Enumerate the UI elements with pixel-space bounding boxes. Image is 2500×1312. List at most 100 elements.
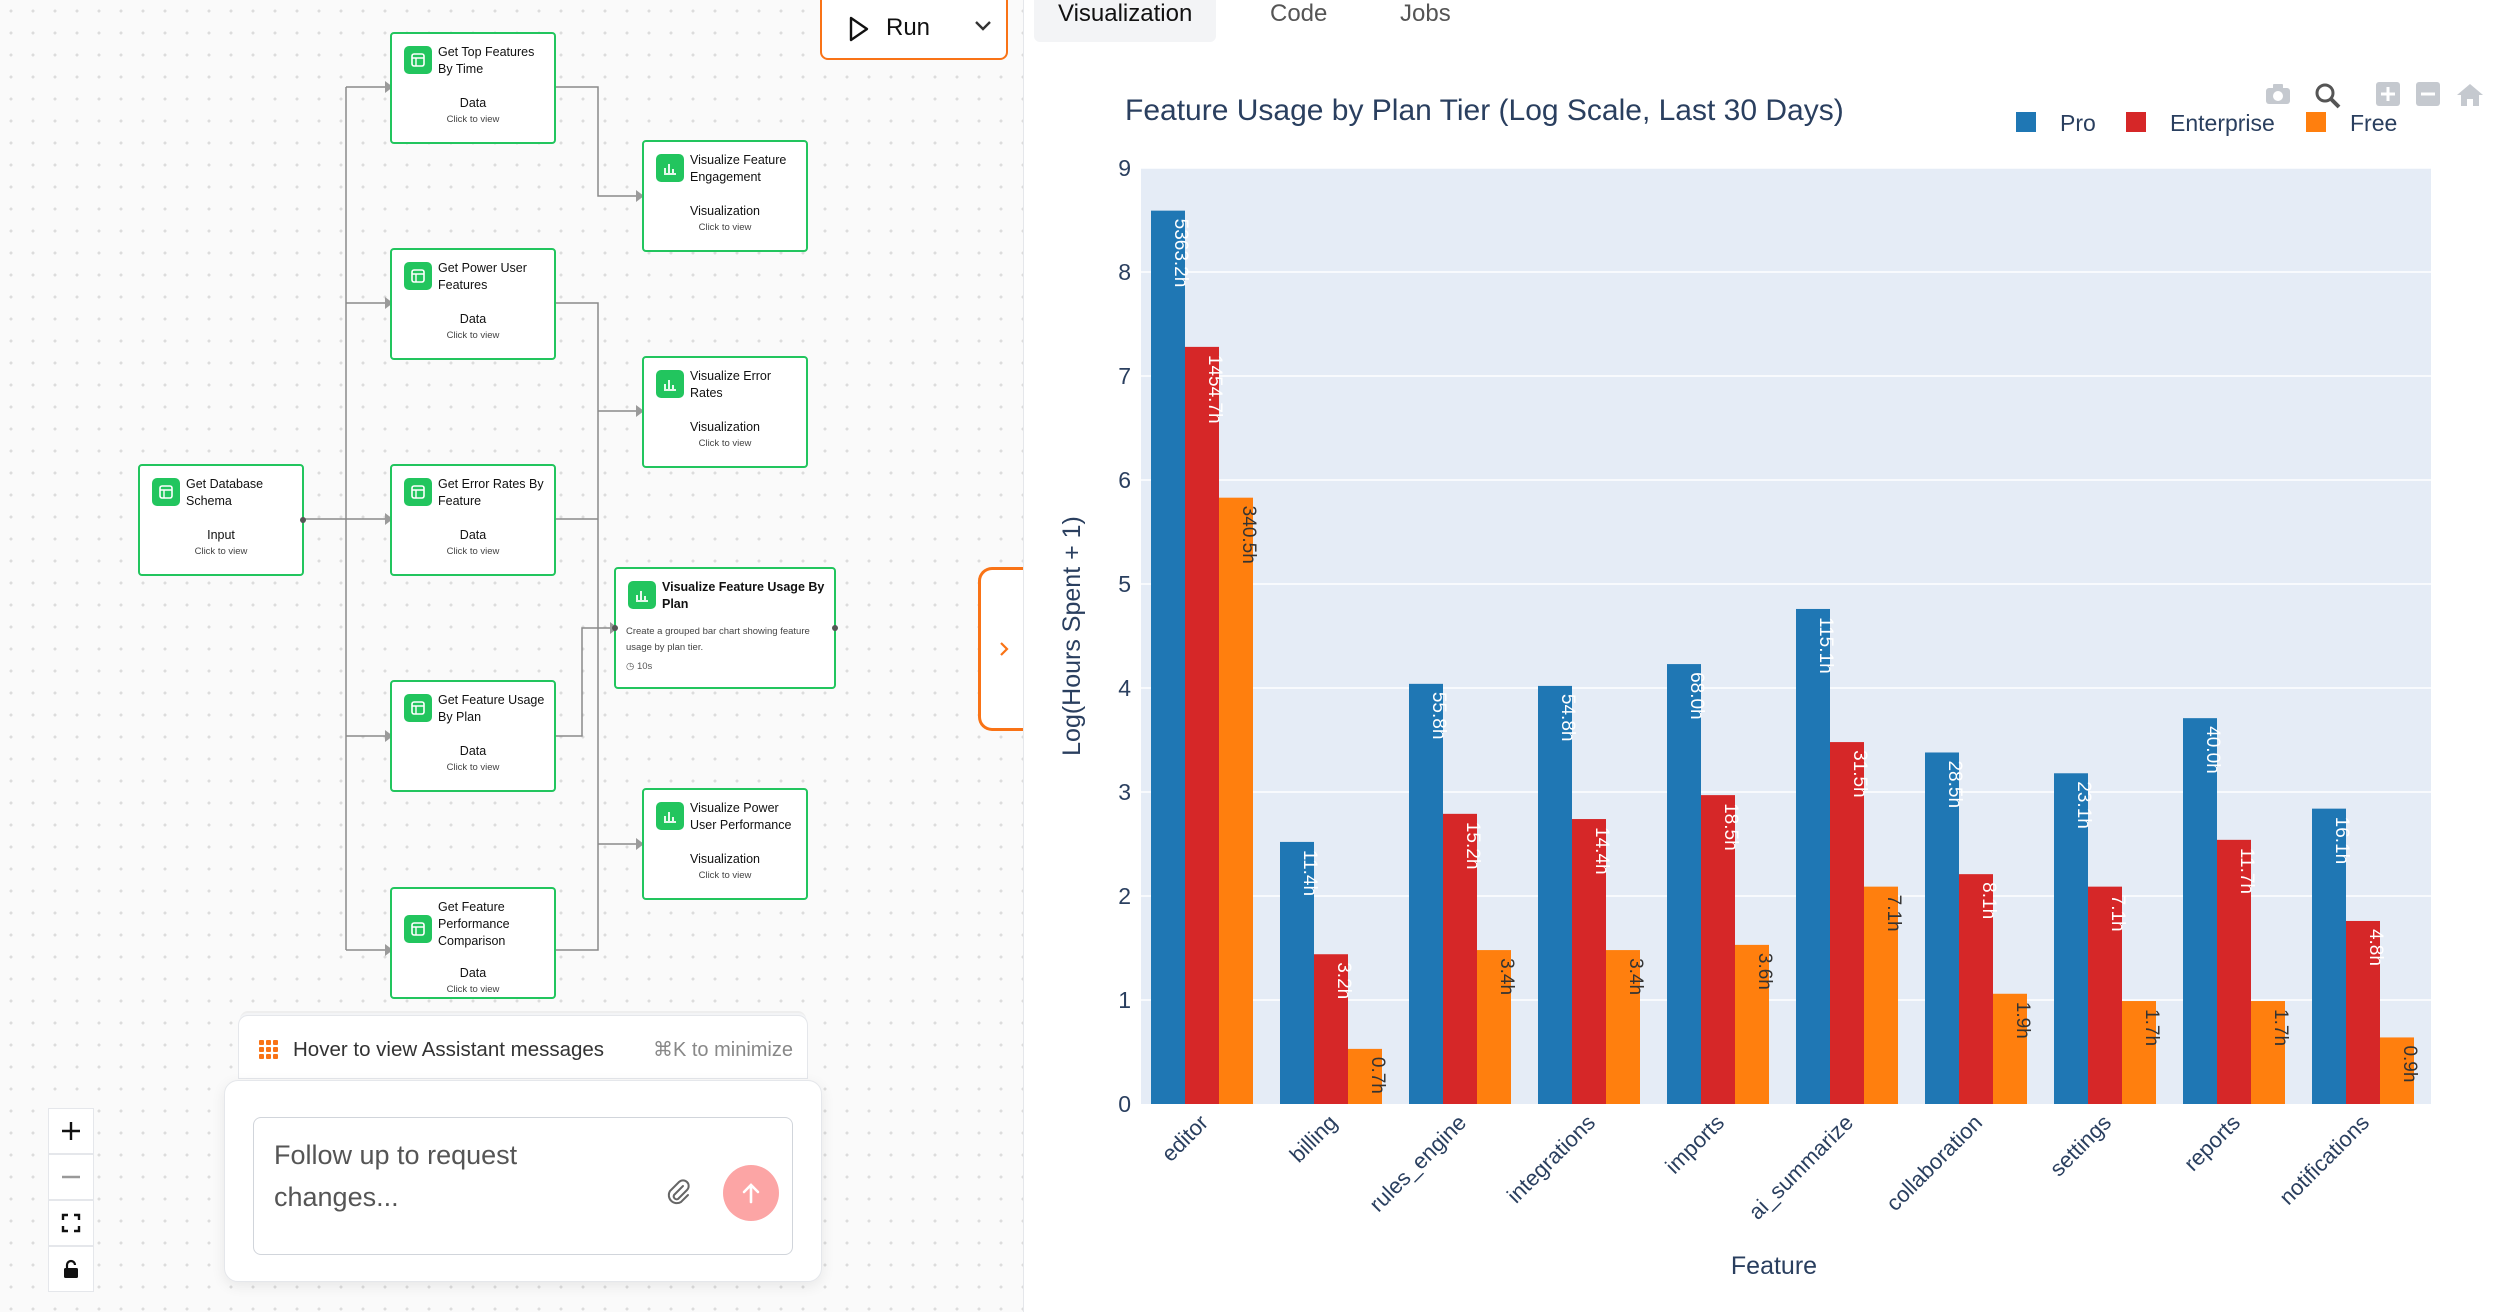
chat-placeholder: Follow up to request changes... [274, 1140, 518, 1212]
run-button[interactable]: Run [820, 0, 1008, 60]
node-visualize-power-user-performance[interactable]: Visualize Power User Performance Visuali… [642, 788, 808, 900]
node-kind: Data [459, 312, 487, 326]
legend-label[interactable]: Enterprise [2170, 110, 2275, 136]
camera-icon[interactable] [2264, 82, 2292, 111]
bar-label: 3.4h [1625, 958, 1646, 995]
bar-label: 11.4h [1299, 850, 1320, 896]
x-tick-label: ai_summarize [1744, 1110, 1859, 1225]
y-tick-label: 2 [1118, 883, 1131, 909]
bar-label: 115.1h [1815, 617, 1836, 674]
lock-button[interactable] [48, 1246, 94, 1292]
node-title: Get Power User Features [438, 261, 527, 292]
bar-label: 14.4h [1591, 827, 1612, 875]
chevron-down-icon[interactable] [972, 14, 994, 42]
node-hint: Click to view [698, 870, 752, 881]
node-get-database-schema[interactable]: Get Database Schema Input Click to view [138, 464, 306, 576]
legend-label[interactable]: Free [2350, 110, 2397, 136]
input-port[interactable] [612, 625, 618, 631]
assistant-messages-bar[interactable]: Hover to view Assistant messages ⌘K to m… [238, 1015, 808, 1079]
panel-toggle-button[interactable] [978, 567, 1023, 731]
x-tick-label: integrations [1502, 1110, 1600, 1208]
bar-label: 0.7h [1367, 1057, 1388, 1094]
bar-label: 15.2h [1462, 822, 1483, 870]
table-icon [404, 262, 432, 290]
clock-icon: ◷ [626, 661, 635, 672]
bar-label: 3.6h [1754, 953, 1775, 990]
workflow-canvas[interactable]: Get Database Schema Input Click to view … [0, 0, 1023, 1312]
bar-label: 0.9h [2399, 1045, 2420, 1082]
attach-button[interactable] [663, 1177, 693, 1212]
node-visualize-feature-engagement[interactable]: Visualize Feature Engagement Visualizati… [642, 140, 808, 252]
database-icon [152, 478, 180, 506]
node-get-top-features-by-time[interactable]: Get Top Features By Time Data Click to v… [390, 32, 556, 144]
bar-label: 7.1h [2107, 895, 2128, 932]
legend-label[interactable]: Pro [2060, 110, 2096, 136]
chat-input[interactable]: Follow up to request changes... [253, 1117, 793, 1255]
output-port[interactable] [832, 625, 838, 631]
y-axis-title: Log(Hours Spent + 1) [1058, 516, 1086, 756]
bar-pro-integrations[interactable] [1538, 685, 1572, 1104]
bar-pro-imports[interactable] [1667, 664, 1701, 1104]
node-get-power-user-features[interactable]: Get Power User Features Data Click to vi… [390, 248, 556, 360]
bar-label: 4.8h [2365, 929, 2386, 966]
chart-icon [656, 370, 684, 398]
bar-label: 40.0h [2202, 726, 2223, 774]
node-title: Visualize Error Rates [690, 369, 772, 400]
node-title: Get Top Features By Time [438, 45, 535, 76]
y-tick-label: 7 [1118, 363, 1131, 389]
zoom-in-button[interactable] [48, 1108, 94, 1154]
bar-label: 55.8h [1428, 692, 1449, 740]
bar-pro-reports[interactable] [2183, 718, 2217, 1104]
node-get-error-rates-by-feature[interactable]: Get Error Rates By Feature Data Click to… [390, 464, 556, 576]
bar-label: 1.9h [2012, 1002, 2033, 1039]
x-tick-label: imports [1660, 1110, 1729, 1179]
node-title: Get Database Schema [186, 477, 264, 508]
node-hint: Click to view [698, 438, 752, 449]
bar-label: 1454.7h [1204, 355, 1225, 424]
legend-swatch[interactable] [2016, 112, 2036, 132]
node-get-feature-usage-by-plan[interactable]: Get Feature Usage By Plan Data Click to … [390, 680, 556, 792]
x-tick-label: billing [1285, 1110, 1342, 1167]
paperclip-icon [667, 1179, 690, 1205]
zoom-out-icon[interactable] [2416, 82, 2440, 111]
output-port[interactable] [300, 517, 306, 523]
bar-chart: 5363.2h1454.7h340.5h11.4h3.2h0.7h55.8h15… [1058, 94, 2431, 1280]
node-visualize-error-rates[interactable]: Visualize Error Rates Visualization Clic… [642, 356, 808, 468]
node-visualize-feature-usage-by-plan[interactable]: Visualize Feature Usage By Plan Create a… [612, 567, 838, 689]
chat-composer: Follow up to request changes... [224, 1080, 822, 1282]
table-icon [404, 915, 432, 943]
run-button-label: Run [886, 14, 931, 41]
chart-icon [656, 802, 684, 830]
send-button[interactable] [723, 1165, 779, 1221]
node-kind: Data [459, 744, 487, 758]
bar-pro-ai_summarize[interactable] [1796, 608, 1830, 1104]
bar-label: 68.0h [1686, 672, 1707, 720]
y-tick-label: 3 [1118, 779, 1131, 805]
legend-swatch[interactable] [2126, 112, 2146, 132]
table-icon [404, 478, 432, 506]
bar-free-editor[interactable] [1219, 497, 1253, 1104]
node-get-feature-performance-comparison[interactable]: Get Feature Performance Comparison Data … [390, 887, 556, 999]
zoom-icon[interactable] [2314, 82, 2342, 115]
home-icon[interactable] [2456, 82, 2484, 113]
legend-swatch[interactable] [2306, 112, 2326, 132]
node-title: Get Feature Performance Comparison [438, 900, 510, 948]
bar-label: 3.2h [1333, 962, 1354, 999]
node-description: Create a grouped bar chart showing featu… [626, 626, 810, 653]
bar-label: 3.4h [1496, 958, 1517, 995]
fit-view-button[interactable] [48, 1200, 94, 1246]
chart-icon [656, 154, 684, 182]
zoom-out-button[interactable] [48, 1154, 94, 1200]
node-hint: Click to view [446, 330, 500, 341]
y-tick-label: 1 [1118, 987, 1131, 1013]
bar-pro-editor[interactable] [1151, 210, 1185, 1104]
bar-label: 23.1h [2073, 781, 2094, 829]
node-title: Get Feature Usage By Plan [438, 693, 545, 724]
bar-enterprise-editor[interactable] [1185, 346, 1219, 1104]
y-tick-labels: 0 1 2 3 4 5 6 7 8 9 [1118, 155, 1131, 1117]
bar-pro-rules_engine[interactable] [1409, 683, 1443, 1104]
assistant-bar-label: Hover to view Assistant messages [293, 1038, 605, 1061]
node-kind: Data [459, 966, 487, 980]
zoom-in-icon[interactable] [2376, 82, 2400, 111]
node-title: Visualize Power User Performance [690, 801, 792, 832]
